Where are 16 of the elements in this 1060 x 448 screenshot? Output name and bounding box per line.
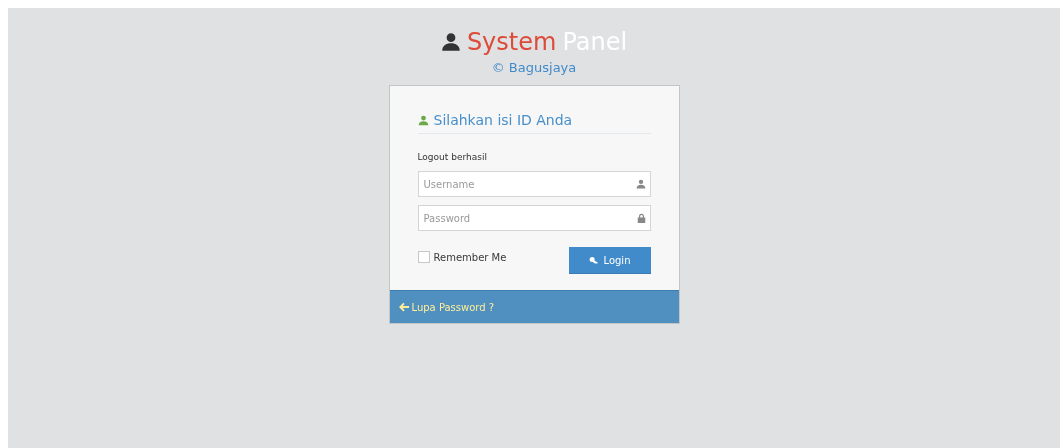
lock-icon xyxy=(636,213,646,223)
remember-checkbox[interactable] xyxy=(417,251,430,263)
username-field[interactable]: Username xyxy=(417,171,651,197)
status-message: Logout berhasil xyxy=(417,152,488,162)
login-button[interactable]: Login xyxy=(568,247,651,274)
remember-label: Remember Me xyxy=(433,251,507,263)
user-icon xyxy=(440,32,461,52)
key-icon xyxy=(588,256,599,264)
password-field[interactable]: Password xyxy=(417,205,651,231)
arrow-left-icon xyxy=(398,302,409,312)
forgot-password-link[interactable]: Lupa Password ? xyxy=(398,301,495,313)
user-icon xyxy=(417,114,429,126)
login-heading: Silahkan isi ID Anda xyxy=(433,112,573,128)
brand-title: System xyxy=(466,28,557,56)
copyright-text: © Bagusjaya xyxy=(491,60,577,75)
user-icon xyxy=(635,179,646,189)
